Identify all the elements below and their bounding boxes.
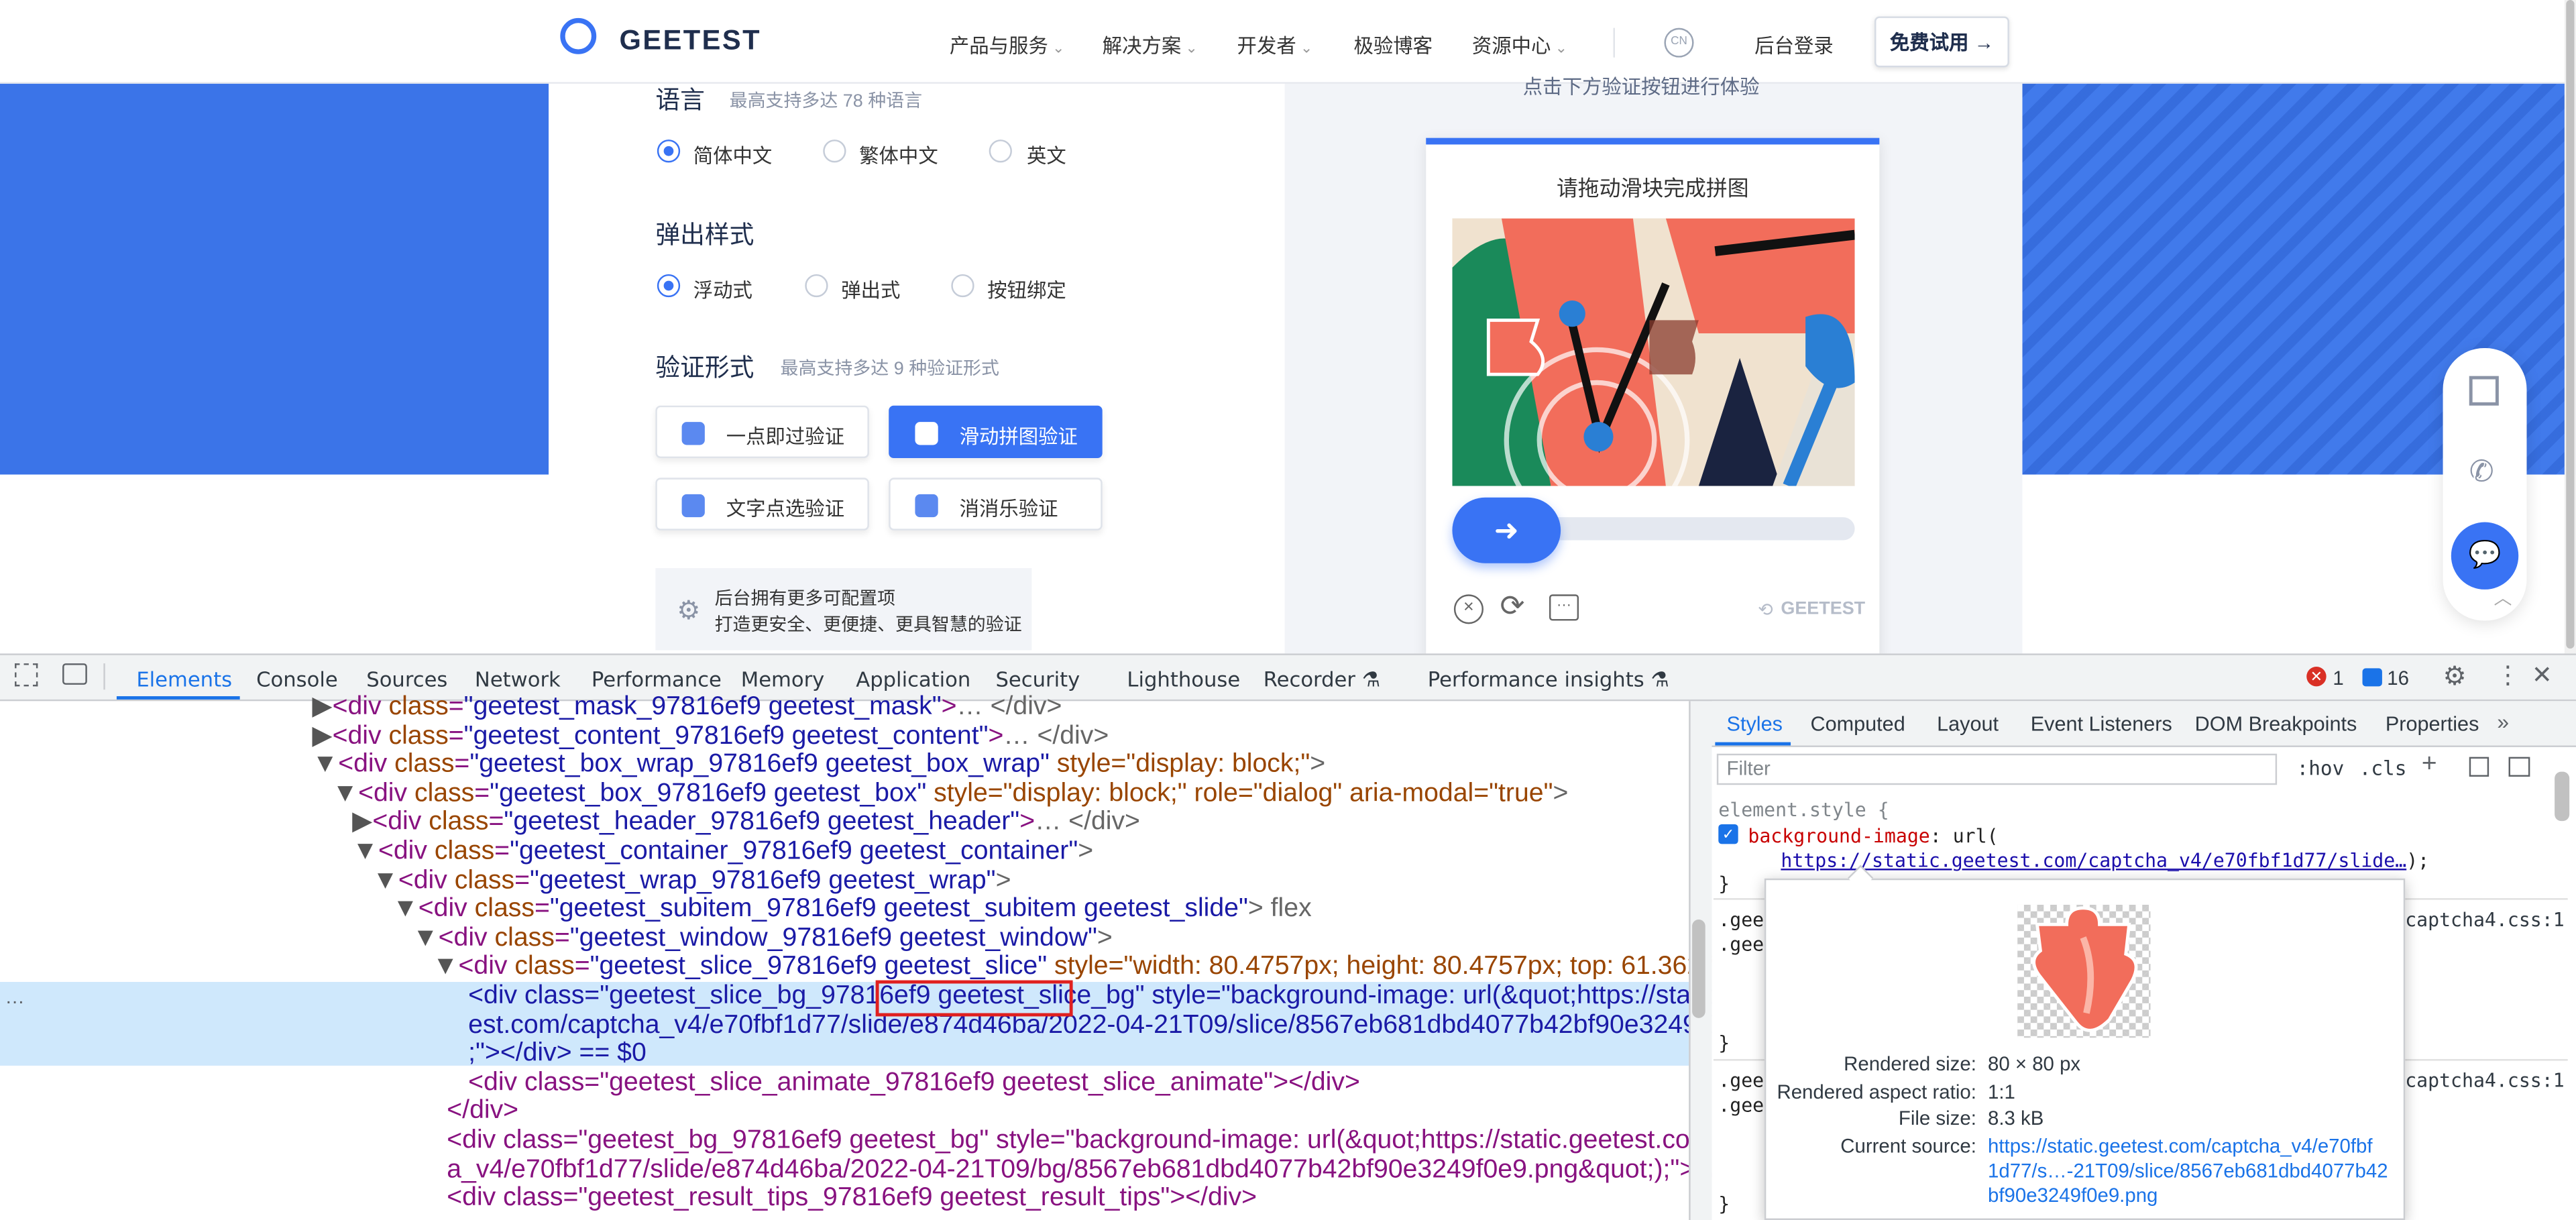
current-source-link-end[interactable]: bf90e3249f0e9.png — [1988, 1184, 2158, 1207]
rule2-selector-2[interactable]: .gee — [1718, 1094, 1764, 1117]
paint-brush-icon[interactable] — [2469, 757, 2489, 777]
geetest-brand-icon: ⟲ — [1758, 601, 1773, 621]
file-size-label: File size: — [1898, 1107, 1976, 1130]
more-vertical-icon[interactable]: ⋮ — [2496, 660, 2520, 690]
chat-icon[interactable]: 💬 — [2451, 522, 2519, 590]
slice-preview-image — [2017, 904, 2151, 1038]
styles-filter-input[interactable]: Filter — [1716, 753, 2278, 785]
phone-icon[interactable]: ✆ — [2469, 455, 2494, 489]
free-trial-button[interactable]: 免费试用 → — [1874, 16, 2009, 68]
error-count[interactable]: 1 — [2333, 667, 2343, 689]
rule1-selector-2[interactable]: .gee — [1718, 933, 1764, 956]
scroll-top-icon[interactable]: ︿ — [2494, 585, 2512, 611]
cls-toggle[interactable]: .cls — [2359, 757, 2407, 780]
close-brace: } — [1718, 1031, 1730, 1054]
message-icon[interactable] — [2362, 668, 2382, 687]
tab-event-listeners[interactable]: Event Listeners — [2031, 713, 2172, 736]
current-source-label: Current source: — [1840, 1134, 1976, 1158]
page-scrollbar[interactable] — [2564, 0, 2576, 654]
file-size-value: 8.3 kB — [1988, 1107, 2044, 1130]
dom-lines: ▶<div class="geetest_mask_97816ef9 geete… — [0, 0, 1884, 1220]
aspect-ratio-label: Rendered aspect ratio: — [1777, 1080, 1976, 1104]
tab-layout[interactable]: Layout — [1937, 713, 1999, 736]
rendered-size-value: 80 × 80 px — [1988, 1052, 2081, 1076]
new-rule-icon[interactable]: + — [2422, 751, 2437, 780]
elements-scrollbar-thumb[interactable] — [1692, 919, 1705, 1018]
message-count[interactable]: 16 — [2387, 667, 2409, 689]
current-source-link-cont[interactable]: 1d77/s…-21T09/slice/8567eb681dbd4077b42 — [1988, 1159, 2388, 1182]
tab-properties[interactable]: Properties — [2386, 713, 2479, 736]
styles-tab-indicator — [1715, 742, 1791, 746]
styles-scrollbar-thumb[interactable] — [2555, 771, 2570, 822]
annotation-highlight-box — [875, 980, 1073, 1017]
tab-computed[interactable]: Computed — [1810, 713, 1905, 736]
rule2-source-link[interactable]: captcha4.css:1 — [2405, 1069, 2564, 1092]
nav-console-login[interactable]: 后台登录 — [1754, 32, 1834, 60]
rule1-source-link[interactable]: captcha4.css:1 — [2405, 908, 2564, 931]
settings-gear-icon[interactable]: ⚙ — [2443, 660, 2467, 693]
css-property[interactable]: background-image: url( — [1748, 824, 1998, 847]
captcha-brand: GEETEST — [1781, 599, 1866, 619]
puzzle-piece — [2032, 906, 2138, 1032]
rendered-size-label: Rendered size: — [1844, 1052, 1976, 1076]
qrcode-icon[interactable] — [2469, 376, 2499, 406]
close-devtools-icon[interactable]: ✕ — [2532, 660, 2553, 690]
aspect-ratio-value: 1:1 — [1988, 1080, 2015, 1104]
tab-dom-breakpoints[interactable]: DOM Breakpoints — [2195, 713, 2357, 736]
css-url-value[interactable]: https://static.geetest.com/captcha_v4/e7… — [1781, 849, 2429, 872]
property-checkbox[interactable]: ✓ — [1718, 824, 1738, 844]
screen: GEETEST 产品与服务 ⌄ 解决方案 ⌄ 开发者 ⌄ 极验博客 资源中心 ⌄… — [0, 0, 2576, 1220]
sidebar-toggle-icon[interactable] — [2508, 757, 2530, 777]
error-icon[interactable]: ✕ — [2306, 666, 2327, 687]
more-tabs-icon[interactable]: » — [2497, 710, 2509, 734]
tab-styles[interactable]: Styles — [1727, 713, 1783, 736]
hov-toggle[interactable]: :hov — [2297, 757, 2345, 780]
close-brace: } — [1718, 871, 1730, 895]
element-style-selector[interactable]: element.style { — [1718, 798, 1889, 821]
current-source-link[interactable]: https://static.geetest.com/captcha_v4/e7… — [1988, 1135, 2373, 1158]
close-brace: } — [1718, 1192, 1730, 1215]
